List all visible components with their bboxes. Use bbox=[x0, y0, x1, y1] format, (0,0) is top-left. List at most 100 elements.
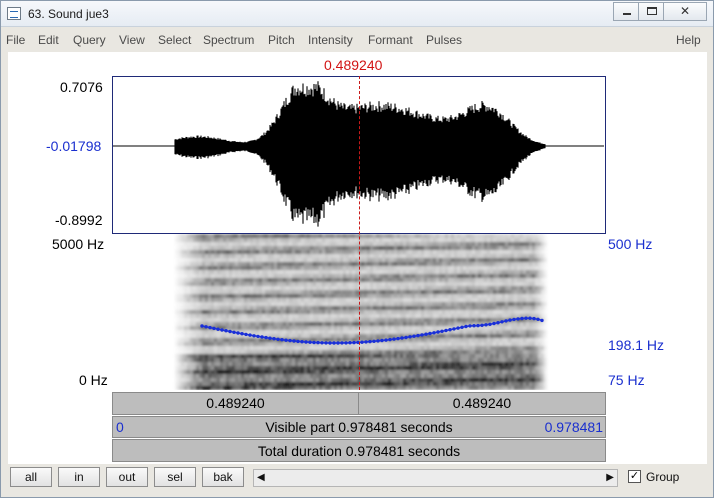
spectrogram-cell bbox=[313, 330, 316, 334]
menu-pitch[interactable]: Pitch bbox=[268, 33, 295, 47]
spectrogram-cell bbox=[337, 370, 340, 374]
spectrogram-cell bbox=[403, 374, 406, 378]
sound-editor-canvas[interactable]: 0.489240 0.7076 -0.01798 -0.8992 5000 Hz… bbox=[8, 52, 707, 464]
spectrogram-cell bbox=[421, 382, 424, 386]
spectrogram-cell bbox=[436, 278, 439, 282]
spectrogram-cell bbox=[421, 374, 424, 378]
spectrogram-cell bbox=[382, 358, 385, 362]
spectrogram-cell bbox=[181, 262, 184, 266]
spectrogram-cell bbox=[286, 274, 289, 278]
spectrogram-cell bbox=[229, 238, 232, 242]
spectrogram-cell bbox=[286, 298, 289, 302]
spectrogram-cell bbox=[517, 262, 520, 266]
spectrogram-cell bbox=[478, 274, 481, 278]
spectrogram-cell bbox=[436, 362, 439, 366]
spectrogram-cell bbox=[409, 258, 412, 262]
spectrogram-cell bbox=[391, 326, 394, 330]
spectrogram-cell bbox=[394, 262, 397, 266]
spectrogram-cell bbox=[274, 318, 277, 322]
spectrogram-cell bbox=[520, 346, 523, 350]
spectrogram-cell bbox=[514, 278, 517, 282]
spectrogram-cell bbox=[346, 266, 349, 270]
spectrogram-cell bbox=[361, 282, 364, 286]
menu-edit[interactable]: Edit bbox=[38, 33, 59, 47]
spectrogram-cell bbox=[463, 298, 466, 302]
minimize-button[interactable] bbox=[613, 2, 639, 21]
spectrogram-cell bbox=[283, 362, 286, 366]
spectrogram-cell bbox=[205, 306, 208, 310]
menu-query[interactable]: Query bbox=[73, 33, 106, 47]
spectrogram-cell bbox=[271, 250, 274, 254]
spectrogram-cell bbox=[193, 374, 196, 378]
spectrogram-cell bbox=[334, 282, 337, 286]
spectrogram-cell bbox=[439, 382, 442, 386]
spectrogram-cell bbox=[310, 290, 313, 294]
spectrogram-cell bbox=[460, 374, 463, 378]
maximize-button[interactable] bbox=[638, 2, 664, 21]
spectrogram-cell bbox=[346, 318, 349, 322]
spectrogram-cell bbox=[235, 374, 238, 378]
spectrogram-cell bbox=[418, 262, 421, 266]
spectrogram-cell bbox=[430, 354, 433, 358]
spectrogram-cell bbox=[391, 282, 394, 286]
spectrogram-cell bbox=[439, 350, 442, 354]
spectrogram-cell bbox=[238, 282, 241, 286]
menu-file[interactable]: File bbox=[6, 33, 25, 47]
spectrogram-cell bbox=[439, 314, 442, 318]
spectrogram-cell bbox=[229, 318, 232, 322]
spectrogram-cell bbox=[286, 378, 289, 382]
spectrogram-cell bbox=[439, 322, 442, 326]
spectrogram-cell bbox=[175, 314, 178, 318]
spectrogram-cell bbox=[304, 250, 307, 254]
spectrogram-cell bbox=[454, 314, 457, 318]
menu-intensity[interactable]: Intensity bbox=[308, 33, 353, 47]
spectrogram-cell bbox=[469, 294, 472, 298]
spectrogram-cell bbox=[214, 290, 217, 294]
spectrogram-cell bbox=[367, 286, 370, 290]
spectrogram-cell bbox=[256, 374, 259, 378]
spectrogram-cell bbox=[355, 294, 358, 298]
spectrogram-cell bbox=[367, 234, 370, 238]
spectrogram-cell bbox=[226, 386, 229, 390]
spectrogram-cell bbox=[457, 386, 460, 390]
spectrogram-cell bbox=[223, 370, 226, 374]
spectrogram-cell bbox=[412, 318, 415, 322]
spectrogram-cell bbox=[304, 270, 307, 274]
spectrogram-cell bbox=[253, 302, 256, 306]
spectrogram-cell bbox=[355, 254, 358, 258]
menu-pulses[interactable]: Pulses bbox=[426, 33, 462, 47]
spectrogram-cell bbox=[274, 298, 277, 302]
spectrogram-cell bbox=[286, 322, 289, 326]
spectrogram-cell bbox=[217, 318, 220, 322]
spectrogram-cell bbox=[196, 282, 199, 286]
spectrogram-cell bbox=[250, 326, 253, 330]
menu-formant[interactable]: Formant bbox=[368, 33, 413, 47]
spectrogram-cell bbox=[235, 310, 238, 314]
spectrogram-cell bbox=[322, 334, 325, 338]
spectrogram-cell bbox=[223, 342, 226, 346]
menu-spectrum[interactable]: Spectrum bbox=[203, 33, 254, 47]
spectrogram-cell bbox=[508, 342, 511, 346]
spectrogram-cell bbox=[376, 246, 379, 250]
spectrogram-cell bbox=[340, 282, 343, 286]
spectrogram-cell bbox=[484, 234, 487, 238]
menu-select[interactable]: Select bbox=[158, 33, 191, 47]
menu-help[interactable]: Help bbox=[676, 33, 701, 47]
close-button[interactable]: ✕ bbox=[663, 2, 707, 21]
spectrogram-cell bbox=[172, 282, 175, 286]
spectrogram-cell bbox=[337, 386, 340, 390]
spectrogram-cell bbox=[337, 366, 340, 370]
spectrogram-cell bbox=[172, 342, 175, 346]
spectrogram-cell bbox=[241, 282, 244, 286]
spectrogram-cell bbox=[424, 282, 427, 286]
spectrogram-cell bbox=[184, 334, 187, 338]
spectrogram-cell bbox=[466, 310, 469, 314]
spectrogram-cell bbox=[187, 314, 190, 318]
spectrogram-cell bbox=[253, 266, 256, 270]
spectrogram-cell bbox=[514, 302, 517, 306]
spectrogram-cell bbox=[508, 322, 511, 326]
spectrogram-cell bbox=[340, 362, 343, 366]
spectrogram-cell bbox=[373, 242, 376, 246]
spectrogram-cell bbox=[298, 238, 301, 242]
menu-view[interactable]: View bbox=[119, 33, 145, 47]
